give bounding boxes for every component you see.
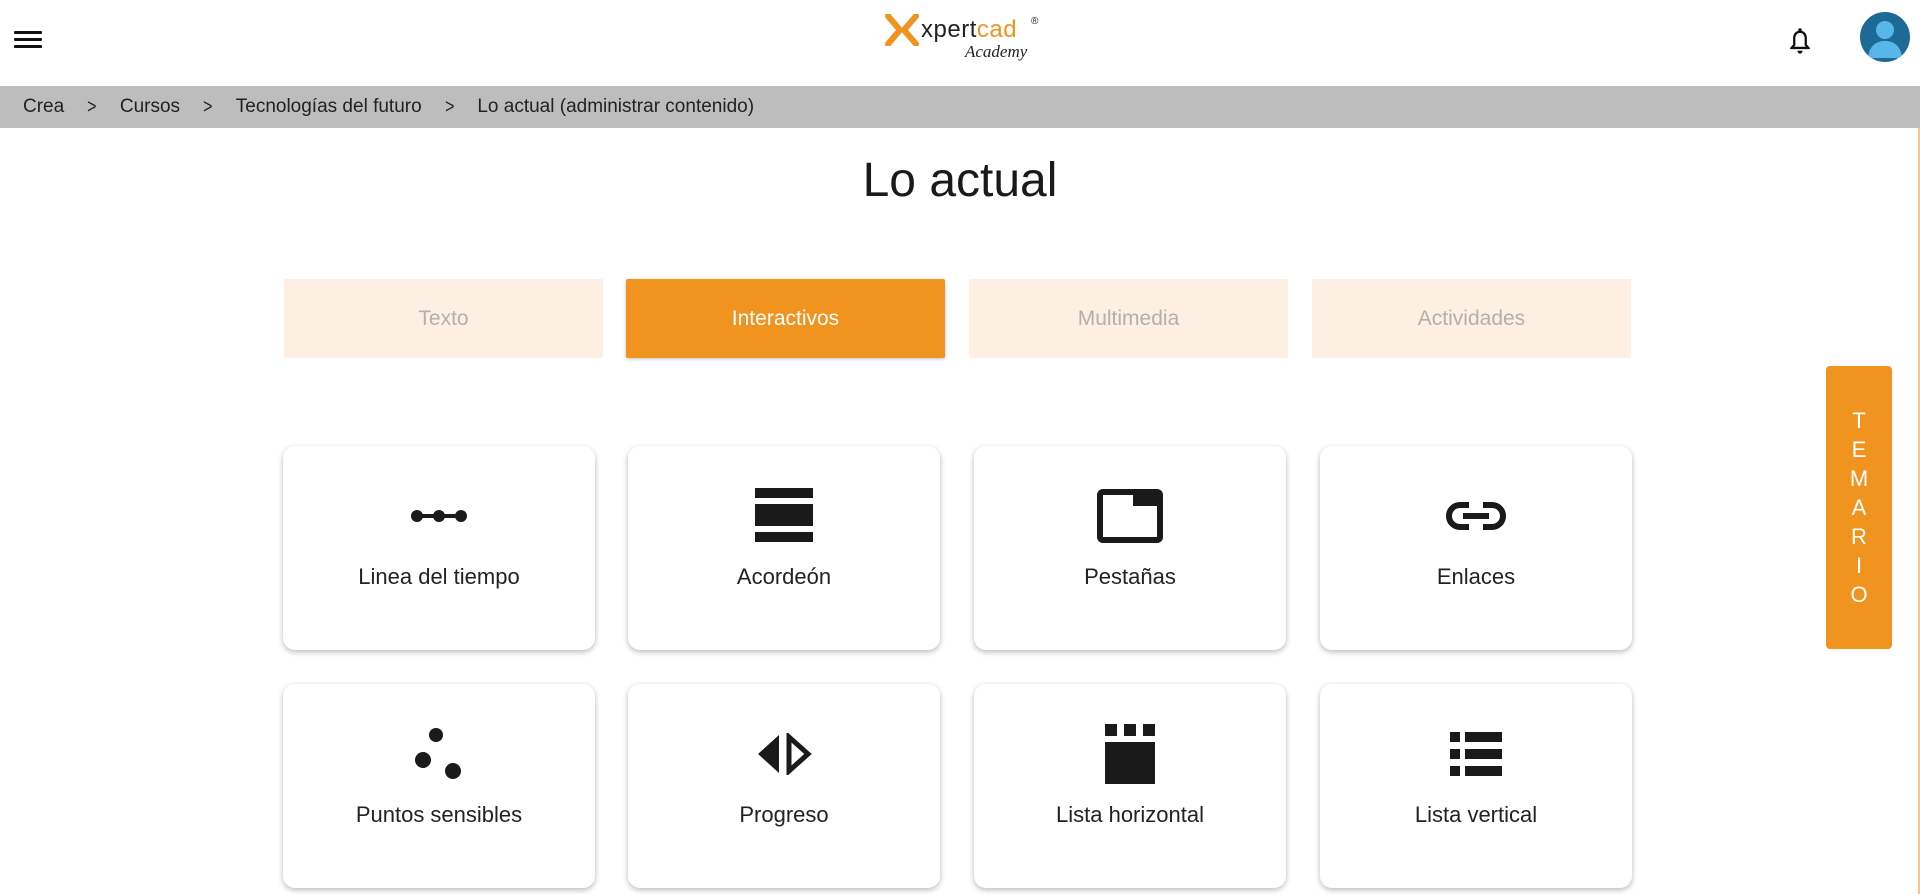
card-label: Lista horizontal	[1056, 802, 1204, 827]
logo-registered-mark: ®	[1031, 16, 1039, 27]
card-label: Pestañas	[1084, 564, 1176, 589]
card-lista-horizontal[interactable]: Lista horizontal	[974, 684, 1286, 888]
card-label: Acordeón	[736, 564, 832, 589]
hamburger-menu-icon[interactable]	[14, 28, 42, 52]
card-label: Linea del tiempo	[358, 564, 520, 589]
link-icon	[1445, 502, 1507, 530]
card-linea-del-tiempo[interactable]: Linea del tiempo	[283, 446, 595, 650]
breadcrumb-item-cursos[interactable]: Cursos	[120, 96, 180, 118]
temario-side-tab[interactable]: TEMARIO	[1826, 366, 1892, 649]
card-progreso[interactable]: Progreso	[628, 684, 940, 888]
breadcrumb-separator: >	[444, 95, 455, 118]
tab-interactivos[interactable]: Interactivos	[626, 279, 945, 358]
temario-letter: A	[1851, 495, 1867, 520]
breadcrumb-item-crea[interactable]: Crea	[23, 96, 64, 118]
card-puntos-sensibles[interactable]: Puntos sensibles	[283, 684, 595, 888]
logo-subtitle: Academy	[965, 42, 1028, 61]
top-header: xpertcad ® Academy	[0, 0, 1920, 86]
bell-icon[interactable]	[1786, 26, 1814, 56]
avatar-person-icon	[1868, 21, 1902, 58]
breadcrumb: Crea > Cursos > Tecnologías del futuro >…	[0, 86, 1920, 128]
card-pestanas[interactable]: Pestañas	[974, 446, 1286, 650]
temario-letter: E	[1851, 437, 1867, 462]
card-label: Lista vertical	[1414, 802, 1538, 827]
card-acordeon[interactable]: Acordeón	[628, 446, 940, 650]
logo-wordmark: xpertcad	[921, 16, 1018, 43]
breadcrumb-item-current: Lo actual (administrar contenido)	[477, 96, 755, 117]
temario-letter: M	[1849, 466, 1869, 491]
logo-x-icon	[885, 14, 919, 46]
tab-actividades[interactable]: Actividades	[1312, 279, 1631, 358]
card-label: Progreso	[739, 802, 829, 827]
horizontal-list-icon	[1105, 724, 1155, 784]
tab-texto[interactable]: Texto	[284, 279, 603, 358]
accordion-icon	[755, 488, 813, 542]
card-enlaces[interactable]: Enlaces	[1320, 446, 1632, 650]
vertical-list-icon	[1450, 732, 1502, 776]
user-avatar-icon[interactable]	[1860, 12, 1910, 62]
tab-multimedia[interactable]: Multimedia	[969, 279, 1288, 358]
card-label: Puntos sensibles	[355, 802, 523, 827]
progress-icon	[758, 733, 812, 775]
temario-letter: T	[1852, 408, 1866, 433]
timeline-icon	[411, 510, 467, 522]
temario-letter: R	[1851, 524, 1867, 549]
card-label: Enlaces	[1436, 564, 1516, 589]
breadcrumb-separator: >	[203, 95, 213, 118]
xpertcad-academy-logo[interactable]: xpertcad ® Academy	[885, 14, 1045, 70]
temario-letter: O	[1850, 582, 1868, 607]
hotspots-icon	[415, 728, 461, 779]
page-title: Lo actual	[862, 154, 1058, 207]
temario-letter: I	[1855, 553, 1863, 578]
breadcrumb-item-tecnologias[interactable]: Tecnologías del futuro	[236, 96, 422, 118]
breadcrumb-separator: >	[87, 95, 97, 118]
card-lista-vertical[interactable]: Lista vertical	[1320, 684, 1632, 888]
tabs-icon	[1097, 489, 1163, 543]
